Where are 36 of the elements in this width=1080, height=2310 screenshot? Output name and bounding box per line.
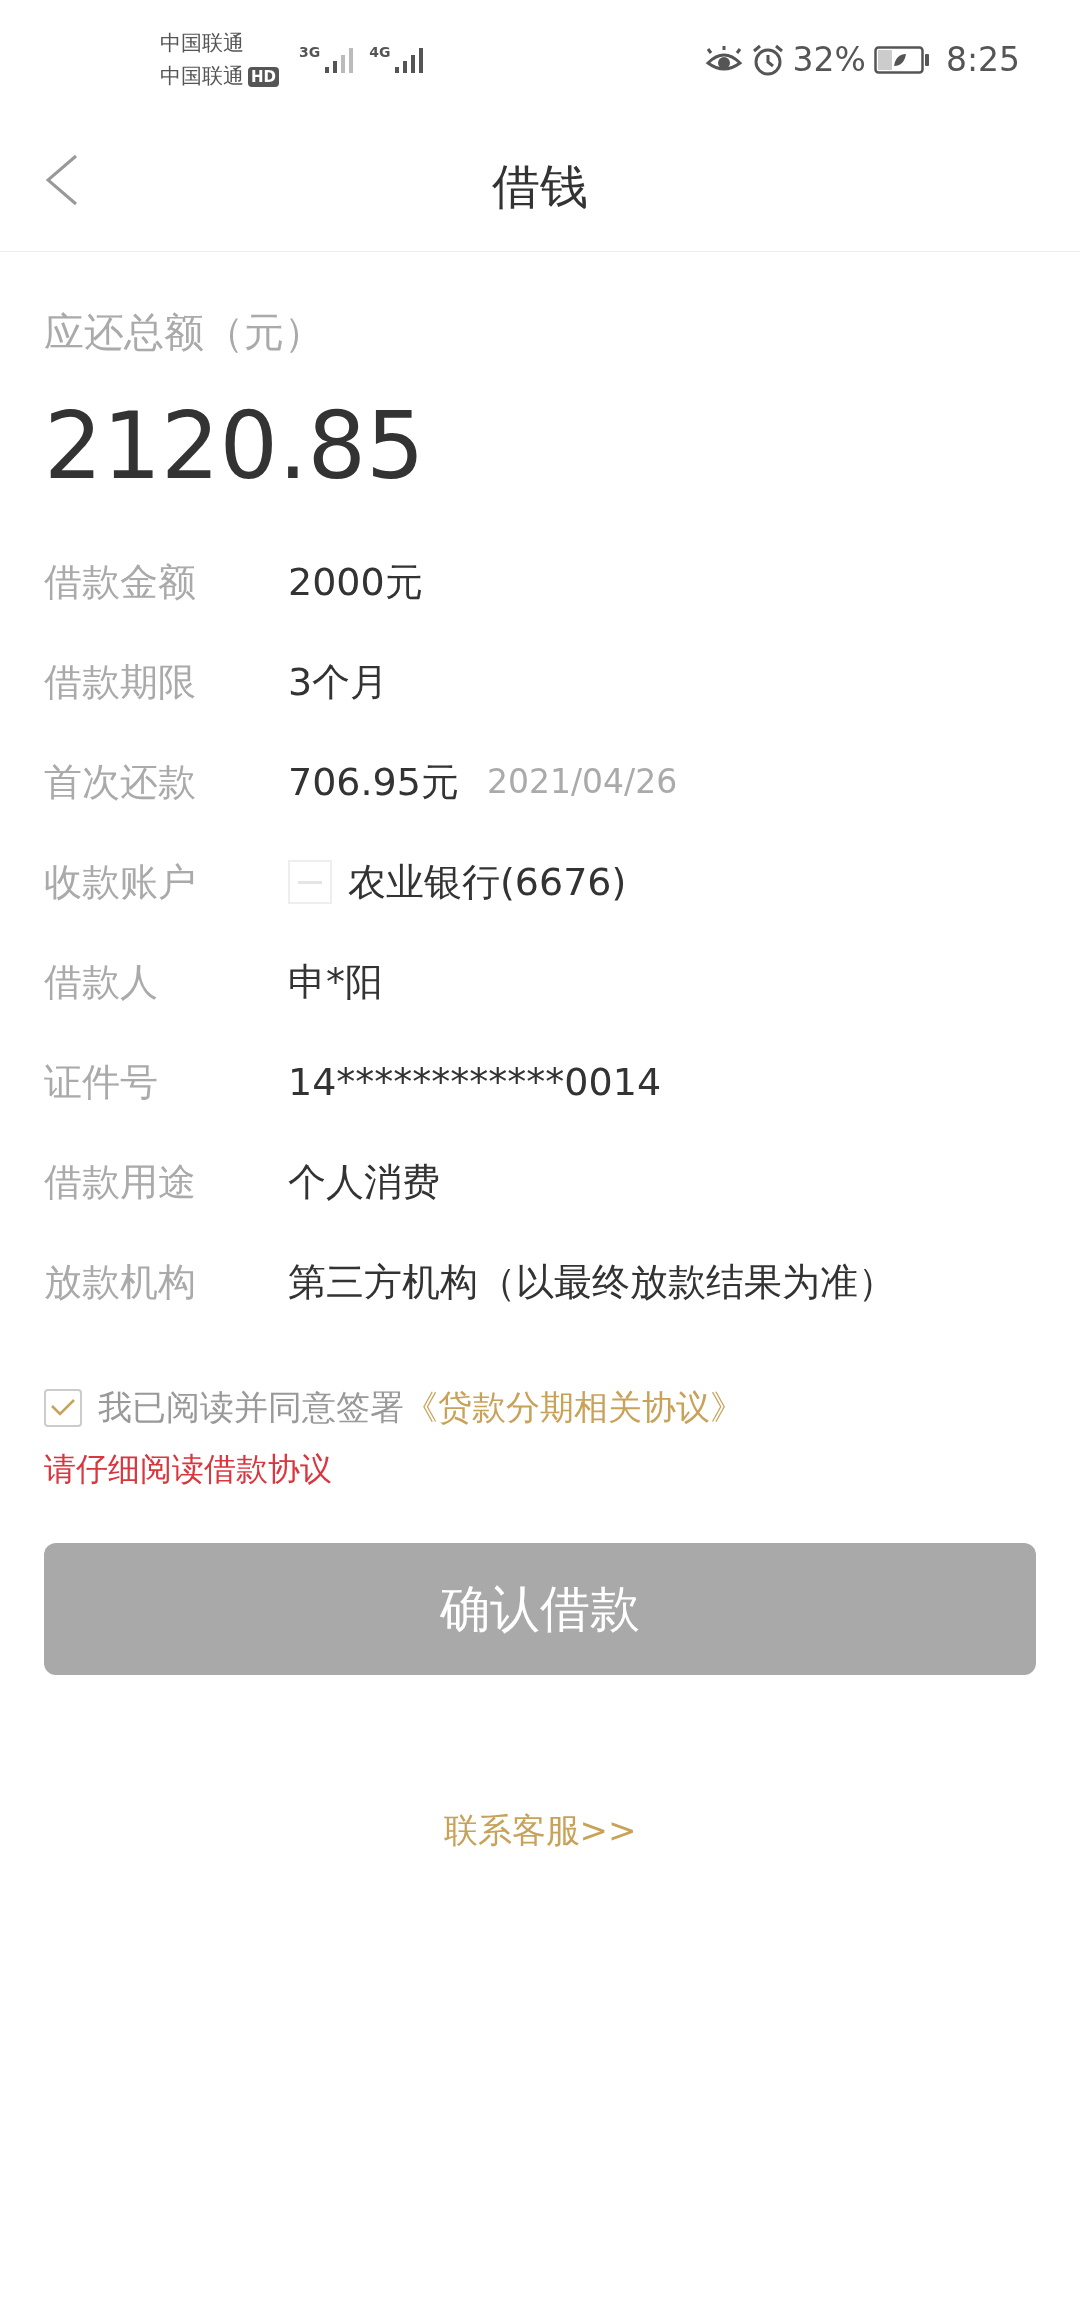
field-label: 借款用途	[44, 1158, 197, 1206]
field-value: 第三方机构（以最终放款结果为准）	[288, 1258, 896, 1306]
agree-checkbox[interactable]	[44, 1388, 82, 1427]
field-label: 收款账户	[44, 858, 197, 906]
field-label: 借款人	[44, 958, 159, 1006]
payment-date: 2021/04/26	[486, 761, 678, 804]
alarm-icon	[750, 43, 785, 77]
field-value: 3个月	[288, 658, 389, 706]
network-type: 3G	[299, 45, 321, 59]
carrier-name: 中国联通	[160, 30, 244, 57]
battery-icon	[873, 46, 930, 74]
field-label: 首次还款	[44, 758, 197, 806]
carrier-name: 中国联通	[160, 63, 244, 90]
field-value: 申*阳	[288, 958, 383, 1006]
field-value: 个人消费	[288, 1158, 440, 1206]
agreement-text: 我已阅读并同意签署《贷款分期相关协议》	[98, 1386, 744, 1429]
field-label: 借款金额	[44, 558, 197, 606]
check-icon	[50, 1397, 76, 1418]
field-label: 借款期限	[44, 658, 197, 706]
page-title: 借钱	[492, 156, 588, 216]
battery-percent: 32%	[792, 39, 866, 82]
field-value: 农业银行(6676)	[348, 858, 627, 906]
contact-service-link[interactable]: 联系客服>>	[443, 1805, 637, 1856]
field-value: 14************0014	[288, 1058, 662, 1106]
hd-badge: HD	[248, 66, 279, 87]
bank-logo-icon	[288, 860, 332, 904]
field-value: 2000元	[288, 558, 423, 606]
agreement-link[interactable]: 《贷款分期相关协议》	[404, 1387, 744, 1427]
total-amount: 2120.85	[44, 392, 426, 502]
field-label: 证件号	[44, 1058, 159, 1106]
clock-time: 8:25	[945, 39, 1020, 82]
field-label: 放款机构	[44, 1258, 197, 1306]
field-value: 706.95元	[288, 758, 459, 806]
total-label: 应还总额（元）	[44, 308, 325, 357]
warning-text: 请仔细阅读借款协议	[44, 1449, 333, 1490]
network-type: 4G	[369, 45, 391, 59]
